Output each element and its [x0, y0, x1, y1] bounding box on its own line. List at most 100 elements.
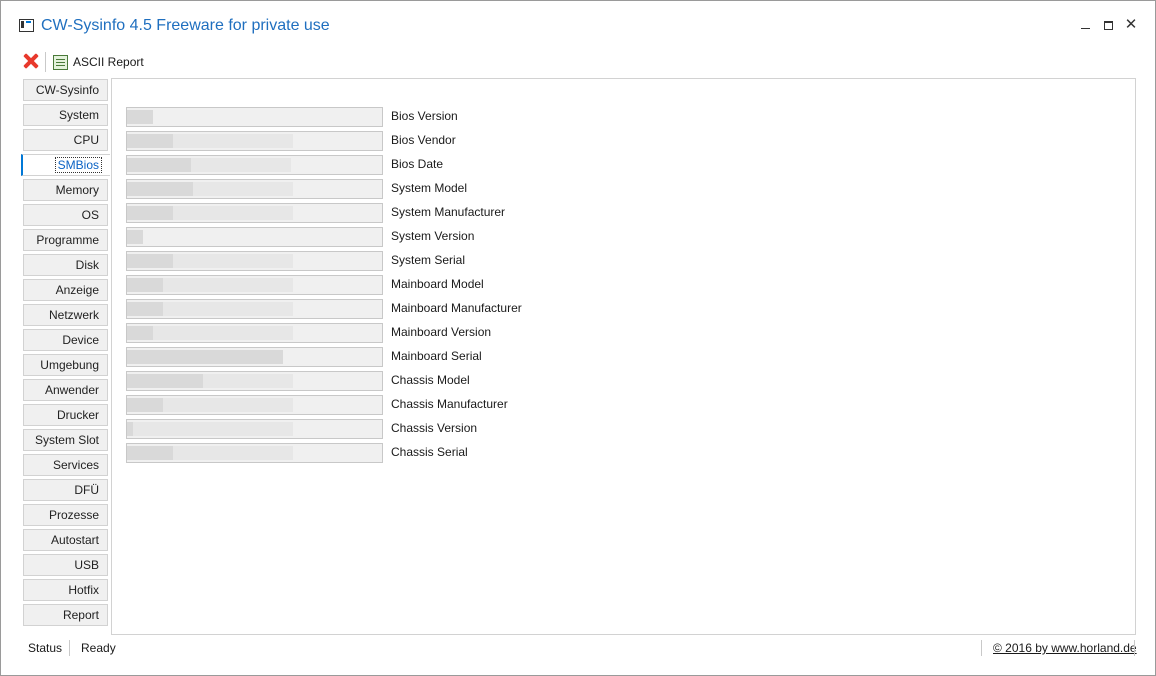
tab-df-netzwerk[interactable]: DFÜ Netzwerk: [23, 479, 108, 518]
tab-usb[interactable]: USB: [23, 554, 108, 576]
title-bar[interactable]: CW-Sysinfo 4.5 Freeware for private use …: [1, 1, 1155, 41]
field-label: Chassis Manufacturer: [391, 397, 508, 411]
redacted-value: [127, 398, 163, 412]
redacted-value: [203, 374, 293, 388]
value-field[interactable]: [126, 131, 383, 151]
app-window: CW-Sysinfo 4.5 Freeware for private use …: [0, 0, 1156, 676]
copyright-link[interactable]: © 2016 by www.horland.de: [993, 641, 1137, 655]
field-label: Bios Vendor: [391, 133, 456, 147]
toolbar: ASCII Report: [1, 49, 1155, 75]
status-separator: [1134, 640, 1135, 656]
tab-label: Anwender: [44, 383, 99, 397]
field-label: Bios Date: [391, 157, 444, 171]
report-icon: [53, 55, 68, 70]
value-field[interactable]: [126, 347, 383, 367]
window-title: CW-Sysinfo 4.5 Freeware for private use: [41, 17, 330, 34]
status-separator: [981, 640, 982, 656]
tab-system-slot[interactable]: System Slot: [23, 429, 108, 451]
tab-smbios[interactable]: SMBios: [21, 154, 110, 176]
tab-label: Anzeige: [55, 283, 99, 297]
tab-cw-sysinfo[interactable]: CW-Sysinfo: [23, 79, 108, 101]
field-label: Mainboard Version: [391, 325, 492, 339]
tab-label: Device: [62, 333, 99, 347]
tab-label: Hotfix: [68, 583, 99, 597]
ascii-report-button[interactable]: ASCII Report: [53, 52, 144, 72]
tab-cpu[interactable]: CPU: [23, 129, 108, 151]
tab-label: Umgebung: [40, 358, 99, 372]
tab-os[interactable]: OS: [23, 204, 108, 226]
value-field[interactable]: [126, 155, 383, 175]
ascii-report-label: ASCII Report: [73, 55, 144, 69]
value-field[interactable]: [126, 395, 383, 415]
redacted-value: [127, 158, 191, 172]
tab-label: System: [58, 108, 99, 122]
maximize-button[interactable]: [1098, 15, 1118, 35]
tab-label: System Slot: [34, 433, 99, 447]
value-field[interactable]: [126, 251, 383, 271]
field-label: System Version: [391, 229, 475, 243]
tab-netzwerk[interactable]: Netzwerk: [23, 304, 108, 326]
tab-services[interactable]: Services: [23, 454, 108, 476]
value-field[interactable]: [126, 203, 383, 223]
tab-label: SMBios: [54, 157, 102, 173]
value-field[interactable]: [126, 275, 383, 295]
tab-label: Memory: [55, 183, 99, 197]
tab-drucker[interactable]: Drucker: [23, 404, 108, 426]
tab-anzeige[interactable]: Anzeige: [23, 279, 108, 301]
value-field[interactable]: [126, 323, 383, 343]
value-field[interactable]: [126, 299, 383, 319]
tab-system[interactable]: System: [23, 104, 108, 126]
redacted-value: [127, 182, 193, 196]
value-field[interactable]: [126, 419, 383, 439]
minimize-button[interactable]: [1075, 15, 1095, 35]
redacted-value: [193, 182, 293, 196]
tab-disk[interactable]: Disk: [23, 254, 108, 276]
tab-label: Drucker: [56, 408, 99, 422]
field-label: Bios Version: [391, 109, 458, 123]
status-bar: Status Ready © 2016 by www.horland.de: [1, 637, 1155, 659]
tab-hotfix[interactable]: Hotfix: [23, 579, 108, 601]
tab-prozesse[interactable]: Prozesse: [23, 504, 108, 526]
field-label: Mainboard Model: [391, 277, 484, 291]
field-label: Mainboard Manufacturer: [391, 301, 522, 315]
redacted-value: [127, 134, 173, 148]
redacted-value: [127, 374, 203, 388]
tab-memory[interactable]: Memory: [23, 179, 108, 201]
tab-anwender[interactable]: Anwender: [23, 379, 108, 401]
tab-autostart[interactable]: Autostart: [23, 529, 108, 551]
redacted-value: [153, 326, 293, 340]
value-field[interactable]: [126, 371, 383, 391]
tab-device[interactable]: Device: [23, 329, 108, 351]
status-value: Ready: [81, 641, 116, 655]
redacted-value: [173, 446, 293, 460]
redacted-value: [127, 326, 153, 340]
redacted-value: [163, 278, 293, 292]
value-field[interactable]: [126, 179, 383, 199]
smbios-panel: Bios Version Bios Vendor Bios Date System M…: [111, 78, 1136, 635]
tab-label: Autostart: [50, 533, 99, 547]
redacted-value: [127, 254, 173, 268]
tab-report[interactable]: Report: [23, 604, 108, 626]
redacted-value: [127, 302, 163, 316]
value-field[interactable]: [126, 107, 383, 127]
redacted-value: [127, 206, 173, 220]
close-x-icon[interactable]: [23, 53, 39, 69]
tab-label: CW-Sysinfo: [35, 83, 99, 97]
field-label: Mainboard Serial: [391, 349, 482, 363]
redacted-value: [191, 158, 291, 172]
tab-label: Report: [62, 608, 99, 622]
tab-umgebung[interactable]: Umgebung: [23, 354, 108, 376]
tab-label: Services: [52, 458, 99, 472]
redacted-value: [127, 350, 283, 364]
tab-label: CPU: [73, 133, 99, 147]
field-label: System Serial: [391, 253, 466, 267]
redacted-value: [173, 206, 293, 220]
tab-label: Programme: [36, 233, 99, 247]
tab-label: Disk: [75, 258, 99, 272]
value-field[interactable]: [126, 443, 383, 463]
close-window-button[interactable]: ✕: [1121, 15, 1141, 35]
field-label: Chassis Model: [391, 373, 470, 387]
redacted-value: [127, 110, 153, 124]
tab-programme[interactable]: Programme: [23, 229, 108, 251]
value-field[interactable]: [126, 227, 383, 247]
